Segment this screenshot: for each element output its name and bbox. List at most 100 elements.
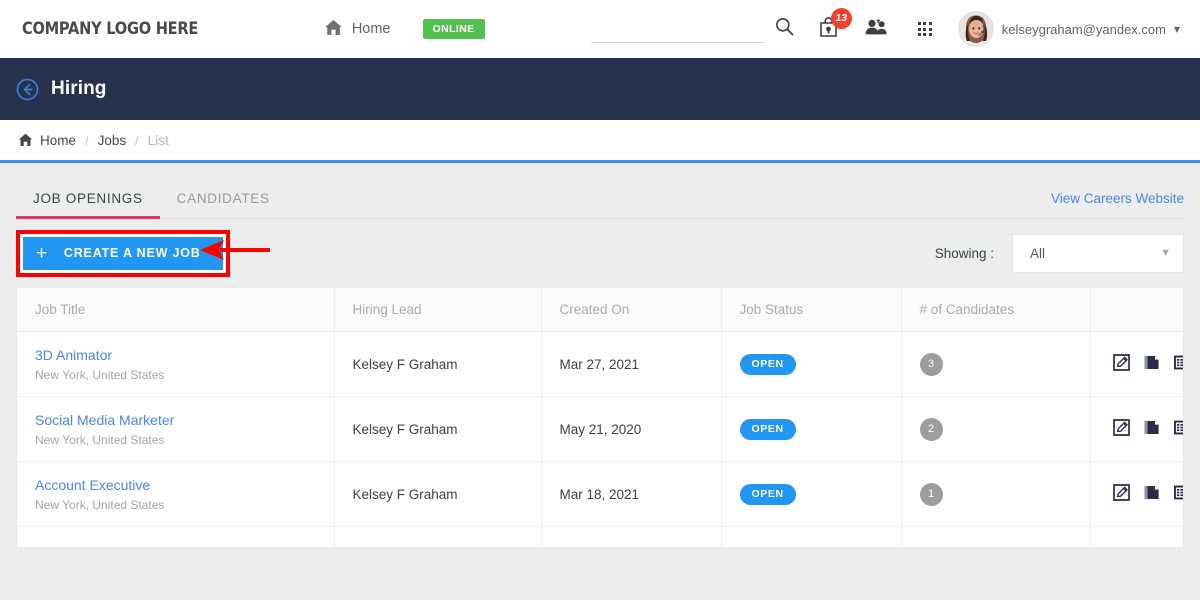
cell-candidate-count: 1 [901,461,1091,527]
people-icon [865,18,889,41]
job-title-link[interactable]: Account Executive [35,477,334,493]
list-view-icon[interactable] [1173,354,1183,374]
column-header-created-on: Created On [541,288,722,332]
row-actions [1109,419,1183,439]
cell-candidate-count: 2 [901,396,1091,462]
job-openings-table: Job Title Hiring Lead Created On Job Sta… [16,287,1184,547]
search-field-wrapper [590,15,765,43]
plus-icon: + [36,242,48,264]
copy-document-icon[interactable] [1143,354,1160,374]
cell-job-title: Social Media Marketer New York, United S… [17,396,335,462]
cell-created-on: May 21, 2020 [541,396,722,462]
cell-job-title: Account Executive New York, United State… [17,461,335,527]
toolbar: + CREATE A NEW JOB Showing : All ▼ [16,219,1184,287]
cell-job-status: OPEN [721,396,902,462]
page-title-bar: Hiring [0,58,1200,120]
column-header-job-title: Job Title [17,288,335,332]
nav-item-home[interactable]: Home [324,19,391,40]
apps-grid-button[interactable] [901,7,949,51]
column-header-hiring-lead: Hiring Lead [334,288,542,332]
cell-job-status: OPEN [721,331,902,397]
chevron-down-icon[interactable]: ▾ [1174,22,1180,36]
contacts-button[interactable] [853,7,901,51]
showing-select[interactable]: All ▼ [1012,233,1184,273]
table-row: Account Executive New York, United State… [17,461,1183,527]
edit-icon[interactable] [1112,354,1130,374]
showing-filter: Showing : All ▼ [934,233,1184,273]
job-location: New York, United States [35,367,165,382]
cell-created-on: Mar 27, 2021 [541,331,722,397]
list-view-icon[interactable] [1173,484,1183,504]
status-badge: OPEN [739,353,796,375]
table-row: Social Media Marketer New York, United S… [17,396,1183,462]
showing-label: Showing : [934,245,994,261]
main-content: JOB OPENINGS CANDIDATES View Careers Web… [0,163,1200,600]
cell-hiring-lead [334,526,542,547]
create-a-new-job-button[interactable]: + CREATE A NEW JOB [23,236,223,270]
copy-document-icon[interactable] [1143,484,1160,504]
cell-job-status [721,526,902,547]
table-body: 3D Animator New York, United States Kels… [17,331,1183,547]
showing-select-value: All [1030,245,1046,261]
tab-candidates[interactable]: CANDIDATES [160,191,287,219]
tab-candidates-label: CANDIDATES [176,191,270,206]
cell-created-on [541,526,722,547]
job-location: New York, United States [35,432,165,447]
job-location: New York, United States [35,497,165,512]
column-header-actions [1090,288,1183,332]
search-icon [775,17,794,41]
home-icon [324,19,343,40]
top-navigation-bar: COMPANY LOGO HERE Home ONLINE 13 kelseyg… [0,0,1200,58]
cell-job-title: 3D Animator New York, United States [17,331,335,397]
annotation-arrow-icon [198,238,272,267]
nav-home-label: Home [351,21,391,37]
breadcrumb-separator-1: / [85,132,89,148]
nav-right-cluster: 13 kelseygraham@yandex.com ▾ [765,7,1182,51]
company-logo: COMPANY LOGO HERE [22,19,199,39]
edit-icon[interactable] [1112,419,1130,439]
status-badge: OPEN [739,483,796,505]
breadcrumb-separator-2: / [135,132,139,148]
cell-actions [1090,461,1183,527]
candidate-count-badge: 1 [919,482,943,506]
notification-count-badge: 13 [830,8,852,29]
breadcrumb: Home / Jobs / List [0,120,1200,163]
column-header-job-status: Job Status [721,288,902,332]
table-row [17,526,1183,547]
copy-document-icon[interactable] [1143,419,1160,439]
cell-hiring-lead: Kelsey F Graham [334,331,542,397]
cell-candidate-count [901,526,1091,547]
online-status-badge: ONLINE [422,19,485,39]
breadcrumb-item-home[interactable]: Home [40,133,76,148]
cell-actions [1090,331,1183,397]
tab-job-openings[interactable]: JOB OPENINGS [16,191,160,219]
chevron-down-icon: ▼ [1160,247,1171,259]
edit-icon[interactable] [1112,484,1130,504]
search-input[interactable] [590,15,765,43]
job-title-link[interactable]: 3D Animator [35,347,334,363]
breadcrumb-item-list: List [147,132,169,148]
cell-candidate-count: 3 [901,331,1091,397]
row-actions [1109,484,1183,504]
back-arrow-icon[interactable] [16,78,39,101]
breadcrumb-home-icon [18,133,33,147]
notifications-button[interactable]: 13 [805,7,853,51]
create-a-new-job-label: CREATE A NEW JOB [63,246,201,260]
grid-icon [917,22,932,36]
cell-actions [1090,396,1183,462]
search-button[interactable] [765,7,805,51]
cell-job-title [17,526,335,547]
avatar[interactable] [958,12,993,46]
job-title-link[interactable]: Social Media Marketer [35,412,334,428]
status-badge: OPEN [739,418,796,440]
tab-bar: JOB OPENINGS CANDIDATES View Careers Web… [16,163,1184,219]
breadcrumb-item-jobs[interactable]: Jobs [98,133,127,148]
cell-hiring-lead: Kelsey F Graham [334,461,542,527]
cell-hiring-lead: Kelsey F Graham [334,396,542,462]
table-row: 3D Animator New York, United States Kels… [17,331,1183,397]
candidate-count-badge: 2 [919,417,943,441]
cell-created-on: Mar 18, 2021 [541,461,722,527]
view-careers-website-link[interactable]: View Careers Website [1051,191,1184,219]
list-view-icon[interactable] [1173,419,1183,439]
candidate-count-badge: 3 [919,352,943,376]
